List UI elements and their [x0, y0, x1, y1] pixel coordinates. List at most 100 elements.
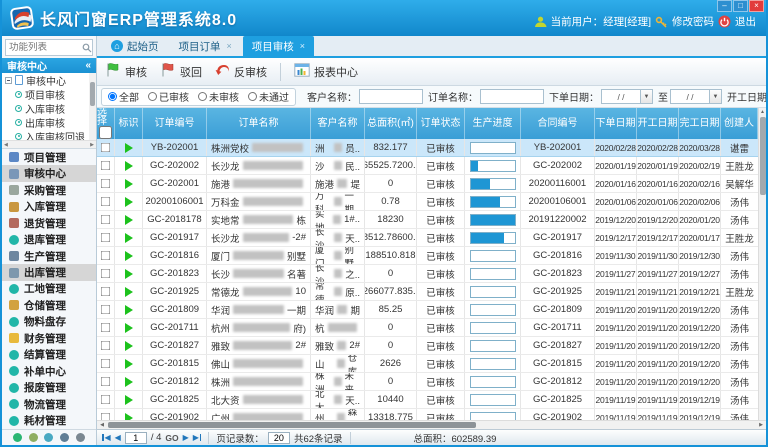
sidebar-module-7[interactable]: 出库管理	[2, 264, 96, 280]
close-icon[interactable]: ×	[749, 0, 764, 12]
tab-2[interactable]: 项目审核×	[243, 36, 314, 56]
minimize-icon[interactable]: –	[717, 0, 732, 12]
scroll-left-icon[interactable]: ◀	[97, 422, 107, 428]
scroll-right-icon[interactable]: ▶	[756, 422, 766, 428]
sidebar-module-12[interactable]: 结算管理	[2, 347, 96, 363]
row-checkbox[interactable]	[101, 215, 110, 224]
row-checkbox[interactable]	[101, 161, 110, 170]
column-header-0[interactable]: 选择	[97, 108, 115, 139]
sidebar-module-6[interactable]: 生产管理	[2, 248, 96, 264]
table-row[interactable]: GC-201711杭州府)杭0已审核GC-2017112019/11/20201…	[97, 319, 758, 337]
row-checkbox[interactable]	[101, 143, 110, 152]
table-row[interactable]: GC-202002长沙龙长沙龙民..65525.7200..已审核GC-2020…	[97, 157, 758, 175]
sidebar-module-0[interactable]: 项目管理	[2, 149, 96, 165]
order-date-from-picker[interactable]: / /▼	[601, 89, 653, 104]
page-number-input[interactable]	[125, 432, 147, 444]
sidebar-module-5[interactable]: 退库管理	[2, 231, 96, 247]
sidebar-module-8[interactable]: 工地管理	[2, 281, 96, 297]
scroll-right-icon[interactable]: ▶	[90, 142, 94, 148]
function-search-input[interactable]	[6, 42, 82, 53]
chevron-down-icon[interactable]: ▼	[710, 89, 722, 104]
change-password-button[interactable]: 修改密码	[672, 14, 714, 29]
table-row[interactable]: 20200106001万科金万科一期0.78已审核202001060012020…	[97, 193, 758, 211]
row-checkbox[interactable]	[101, 395, 110, 404]
tab-1[interactable]: 项目订单×	[170, 36, 241, 56]
toolbar-button-2[interactable]: 反审核	[215, 64, 267, 80]
table-row[interactable]: GC-201816厦门别墅厦门别墅188510.818已审核GC-2018162…	[97, 247, 758, 265]
sidebar-module-4[interactable]: 退货管理	[2, 215, 96, 231]
table-row[interactable]: GC-201812株洲株洲未来0已审核GC-2018122019/11/2020…	[97, 373, 758, 391]
sidebar-module-10[interactable]: 物料盘存	[2, 314, 96, 330]
status-radio-option[interactable]: 未通过	[248, 89, 289, 104]
row-checkbox[interactable]	[101, 269, 110, 278]
row-checkbox[interactable]	[101, 305, 110, 314]
table-row[interactable]: GC-201825北大资北大天..10440已审核GC-2018252019/1…	[97, 391, 758, 409]
tree-root[interactable]: 审核中心	[2, 73, 89, 87]
select-all-checkbox[interactable]	[99, 126, 112, 139]
sidebar-module-13[interactable]: 补单中心	[2, 363, 96, 379]
tab-close-icon[interactable]: ×	[227, 41, 232, 51]
row-checkbox[interactable]	[101, 179, 110, 188]
table-row[interactable]: GC-201809华润一期华润期85.25已审核GC-2018092019/11…	[97, 301, 758, 319]
first-page-button[interactable]: ◀	[102, 433, 111, 442]
row-checkbox[interactable]	[101, 359, 110, 368]
dot-icon[interactable]	[13, 433, 22, 442]
table-row[interactable]: GC-201917长沙龙-2#长沙天..8512.78600..已审核GC-20…	[97, 229, 758, 247]
table-row[interactable]: GC-201902广州广州万森林13318.775已审核GC-201902201…	[97, 409, 758, 420]
cart-icon[interactable]	[29, 433, 38, 442]
table-vertical-scrollbar[interactable]: ▲	[758, 108, 766, 420]
collapse-expander-icon[interactable]	[5, 77, 12, 84]
tab-0[interactable]: ⌂起始页	[102, 36, 168, 56]
status-radio-3[interactable]	[248, 92, 257, 101]
tree-item-0[interactable]: 项目审核	[2, 87, 89, 101]
row-checkbox[interactable]	[101, 341, 110, 350]
row-checkbox[interactable]	[101, 197, 110, 206]
tree-horizontal-scrollbar[interactable]: ◀▶	[2, 140, 96, 148]
sidebar-module-3[interactable]: 入库管理	[2, 198, 96, 214]
column-header-12[interactable]: 创建人	[721, 108, 758, 139]
toolbar-button-1[interactable]: 驳回	[160, 62, 202, 81]
column-header-8[interactable]: 合同编号	[521, 108, 595, 139]
leaf-icon[interactable]	[44, 433, 53, 442]
column-header-10[interactable]: 开工日期	[637, 108, 679, 139]
toolbar-button-0[interactable]: 审核	[105, 62, 147, 81]
next-page-button[interactable]: ▶	[183, 433, 189, 442]
person-icon[interactable]	[60, 433, 69, 442]
status-radio-option[interactable]: 已审核	[148, 89, 189, 104]
sidebar-module-11[interactable]: 财务管理	[2, 330, 96, 346]
table-row[interactable]: GC-201827雅致2#雅致2#0已审核GC-2018272019/11/20…	[97, 337, 758, 355]
column-header-4[interactable]: 客户名称	[311, 108, 365, 139]
column-header-7[interactable]: 生产进度	[465, 108, 521, 139]
status-radio-0[interactable]	[108, 92, 117, 101]
column-header-1[interactable]: 标识	[115, 108, 143, 139]
table-row[interactable]: YB-202001株洲党校株洲党员..832.177已审核YB-20200120…	[97, 139, 758, 157]
order-date-to-picker[interactable]: / /▼	[670, 89, 722, 104]
row-checkbox[interactable]	[101, 377, 110, 386]
maximize-icon[interactable]: □	[733, 0, 748, 12]
tree-vertical-scrollbar[interactable]	[89, 73, 96, 140]
table-row[interactable]: GC-201815佛山佛山中仓库2626已审核GC-2018152019/11/…	[97, 355, 758, 373]
go-button[interactable]: GO	[165, 433, 178, 443]
last-page-button[interactable]: ▶	[193, 433, 202, 442]
column-header-2[interactable]: 订单编号	[143, 108, 207, 139]
more-icon[interactable]	[76, 433, 85, 442]
sidebar-module-14[interactable]: 报废管理	[2, 380, 96, 396]
column-header-9[interactable]: 下单日期	[595, 108, 637, 139]
sidebar-module-2[interactable]: 采购管理	[2, 182, 96, 198]
tree-item-3[interactable]: 入库审核回退	[2, 129, 89, 140]
scroll-left-icon[interactable]: ◀	[4, 142, 8, 148]
table-row[interactable]: GC-201925常德龙10常德原..266077.835..已审核GC-201…	[97, 283, 758, 301]
scrollbar-thumb[interactable]	[108, 422, 476, 428]
row-checkbox[interactable]	[101, 287, 110, 296]
row-checkbox[interactable]	[101, 233, 110, 242]
status-radio-1[interactable]	[148, 92, 157, 101]
table-horizontal-scrollbar[interactable]: ◀ ▶	[97, 420, 766, 429]
toolbar-button-3[interactable]: 报表中心	[294, 63, 358, 80]
order-name-input[interactable]	[480, 89, 544, 104]
column-header-11[interactable]: 完工日期	[679, 108, 721, 139]
tree-item-2[interactable]: 出库审核	[2, 115, 89, 129]
scrollbar-thumb[interactable]	[760, 117, 766, 195]
tab-close-icon[interactable]: ×	[300, 41, 305, 51]
sidebar-module-1[interactable]: 审核中心	[2, 165, 96, 181]
status-radio-option[interactable]: 全部	[108, 89, 139, 104]
